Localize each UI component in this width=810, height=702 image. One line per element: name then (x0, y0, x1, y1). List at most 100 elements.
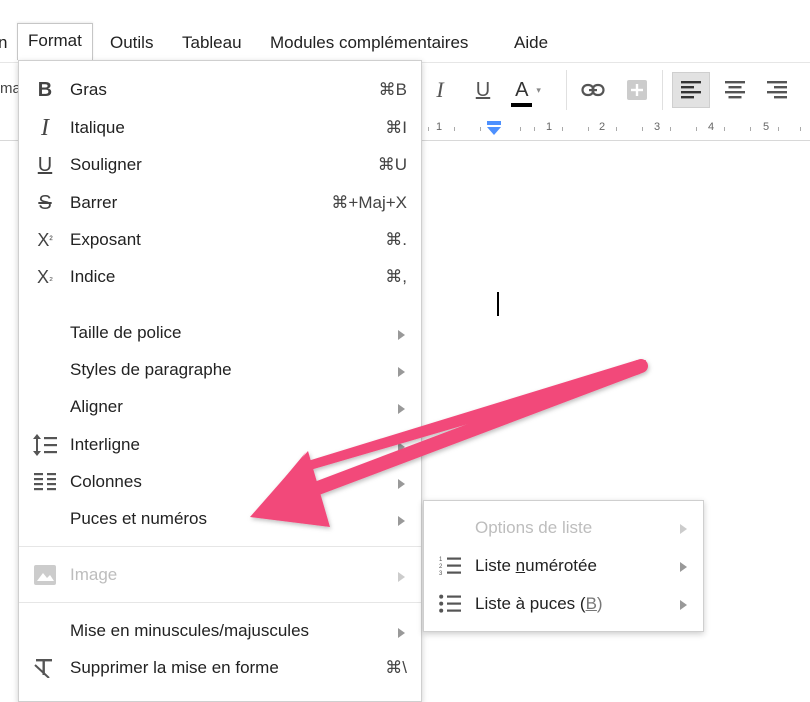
align-right-button[interactable] (760, 72, 794, 108)
menu-outils[interactable]: Outils (110, 25, 153, 60)
submenu-item-liste-numerotee[interactable]: 123 Liste numérotée (424, 547, 703, 585)
submenu-arrow-icon (680, 524, 687, 534)
menu-item-label: Aligner (70, 397, 123, 416)
shortcut: ⌘+Maj+X (331, 193, 407, 212)
shortcut: ⌘, (385, 267, 407, 286)
clear-formatting-icon (31, 654, 59, 682)
menu-format[interactable]: Format (17, 23, 93, 60)
submenu-arrow-icon (398, 516, 405, 526)
subscript-icon: X₂ (37, 266, 53, 287)
submenu-item-label: Liste à puces (B) (475, 594, 603, 614)
menu-item-label: Souligner (70, 155, 142, 174)
menu-aide[interactable]: Aide (514, 25, 548, 60)
menu-item-label: Italique (70, 118, 125, 137)
menu-item-gras[interactable]: B Gras ⌘B (19, 72, 421, 108)
menu-item-supprimer-mise-en-forme[interactable]: Supprimer la mise en forme ⌘\ (19, 650, 421, 686)
menu-item-aligner[interactable]: Aligner (19, 389, 421, 425)
align-center-icon (725, 81, 745, 99)
svg-text:3: 3 (439, 571, 443, 576)
bulleted-list-icon (436, 591, 464, 617)
menu-item-label: Image (70, 565, 118, 584)
menu-item-indice[interactable]: X₂ Indice ⌘, (19, 259, 421, 295)
menu-partial[interactable]: n (0, 25, 7, 60)
format-menu: B Gras ⌘B I Italique ⌘I U Souligner ⌘U S… (18, 60, 422, 702)
menu-item-label: Interligne (70, 435, 140, 454)
text-cursor (497, 292, 499, 316)
label-mnemonic: B (585, 594, 597, 613)
label-part: umérotée (525, 556, 597, 575)
add-comment-icon (627, 80, 647, 100)
submenu-arrow-icon (680, 600, 687, 610)
submenu-item-options-liste[interactable]: Options de liste (424, 509, 703, 547)
menu-item-label: Barrer (70, 193, 118, 212)
superscript-icon: X² (37, 229, 53, 250)
underline-button[interactable]: U (468, 72, 498, 108)
link-button[interactable] (578, 72, 608, 108)
submenu-arrow-icon (398, 367, 405, 377)
label-mnemonic: n (515, 556, 526, 575)
link-icon (581, 83, 605, 97)
shortcut: ⌘I (385, 118, 407, 137)
italic-icon: I (41, 114, 49, 141)
svg-text:2: 2 (439, 564, 443, 570)
menu-item-italique[interactable]: I Italique ⌘I (19, 110, 421, 146)
menu-modules[interactable]: Modules complémentaires (270, 25, 468, 60)
menu-tableau[interactable]: Tableau (182, 25, 242, 60)
menu-item-souligner[interactable]: U Souligner ⌘U (19, 147, 421, 183)
menu-item-label: Mise en minuscules/majuscules (70, 621, 310, 640)
image-icon (31, 561, 59, 589)
menu-item-barrer[interactable]: S Barrer ⌘+Maj+X (19, 185, 421, 221)
menu-bar: n Format Outils Tableau Modules compléme… (0, 23, 810, 60)
menu-item-casse[interactable]: Mise en minuscules/majuscules (19, 613, 421, 649)
submenu-arrow-icon (398, 404, 405, 414)
shortcut: ⌘\ (385, 658, 407, 677)
text-color-label: A (515, 78, 529, 101)
text-color-button[interactable]: A ▾ (508, 72, 548, 108)
menu-item-label: Indice (70, 267, 116, 286)
menu-item-puces-numeros[interactable]: Puces et numéros (19, 501, 421, 537)
toolbar-divider (566, 70, 567, 110)
submenu-arrow-icon (680, 562, 687, 572)
menu-item-label: Colonnes (70, 472, 142, 491)
submenu-arrow-icon (398, 479, 405, 489)
text-color-swatch (511, 102, 533, 107)
menu-item-label: Gras (70, 80, 107, 99)
strikethrough-icon: S (38, 191, 52, 214)
underline-icon: U (37, 153, 53, 176)
menu-item-label: Styles de paragraphe (70, 360, 232, 379)
shortcut: ⌘B (378, 80, 407, 99)
toolbar-divider (662, 70, 663, 110)
submenu-arrow-icon (398, 330, 405, 340)
comment-button[interactable] (622, 72, 652, 108)
menu-item-taille-police[interactable]: Taille de police (19, 315, 421, 351)
submenu-arrow-icon (398, 572, 405, 582)
columns-icon (31, 468, 59, 496)
numbered-list-icon: 123 (436, 553, 464, 579)
menu-item-styles-paragraphe[interactable]: Styles de paragraphe (19, 352, 421, 388)
submenu-item-liste-puces[interactable]: Liste à puces (B) (424, 585, 703, 623)
chevron-down-icon: ▾ (536, 84, 541, 95)
label-part: Liste (475, 556, 516, 575)
list-submenu: Options de liste 123 Liste numérotée Lis… (423, 500, 704, 632)
align-center-button[interactable] (718, 72, 752, 108)
menu-divider (19, 546, 421, 547)
menu-item-image[interactable]: Image (19, 557, 421, 593)
italic-button[interactable]: I (425, 72, 455, 108)
label-part: ) (596, 594, 603, 613)
menu-item-exposant[interactable]: X² Exposant ⌘. (19, 222, 421, 258)
label-part: Liste à puces ( (475, 594, 586, 613)
menu-item-label: Supprimer la mise en forme (70, 658, 279, 677)
menu-item-colonnes[interactable]: Colonnes (19, 464, 421, 500)
submenu-arrow-icon (398, 628, 405, 638)
shortcut: ⌘. (385, 230, 407, 249)
submenu-arrow-icon (398, 442, 405, 452)
bold-icon: B (37, 78, 53, 101)
ruler-ticks (428, 127, 801, 131)
submenu-item-label: Liste numérotée (475, 556, 597, 576)
align-right-icon (767, 81, 787, 99)
menu-item-label: Exposant (70, 230, 141, 249)
menu-divider (19, 602, 421, 603)
align-left-button[interactable] (672, 72, 710, 108)
menu-item-interligne[interactable]: Interligne (19, 427, 421, 463)
line-spacing-icon (31, 431, 59, 459)
